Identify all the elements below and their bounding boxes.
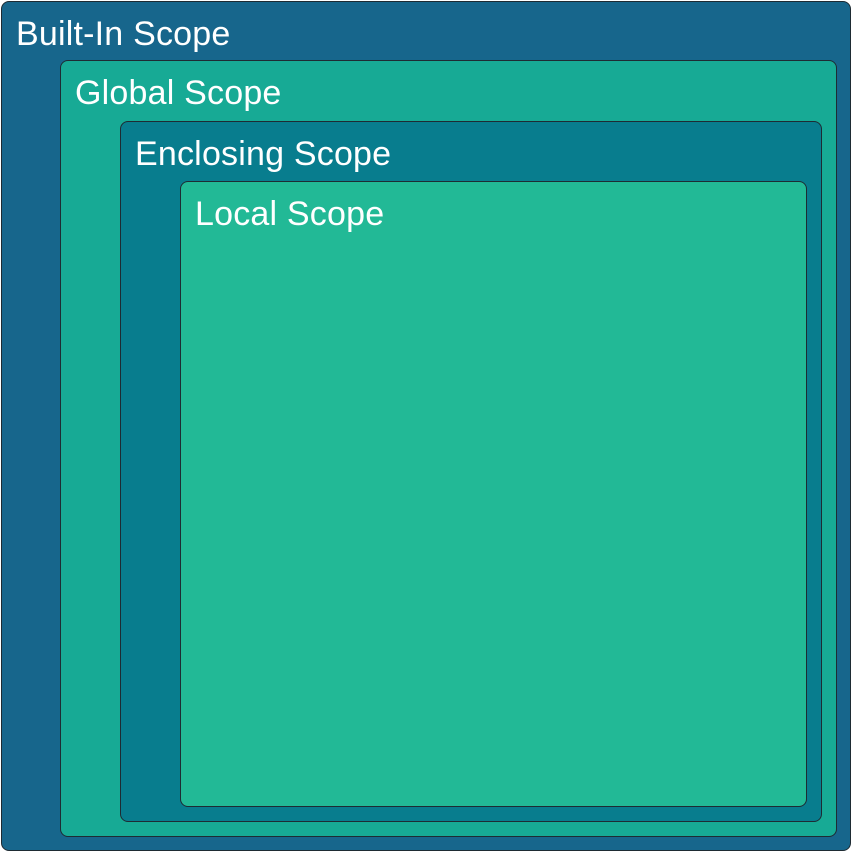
built-in-scope-label: Built-In Scope [16,15,231,53]
enclosing-scope-label: Enclosing Scope [135,135,392,173]
global-scope-label: Global Scope [75,74,282,112]
local-scope-box: Local Scope [180,181,807,807]
local-scope-label: Local Scope [195,195,385,233]
